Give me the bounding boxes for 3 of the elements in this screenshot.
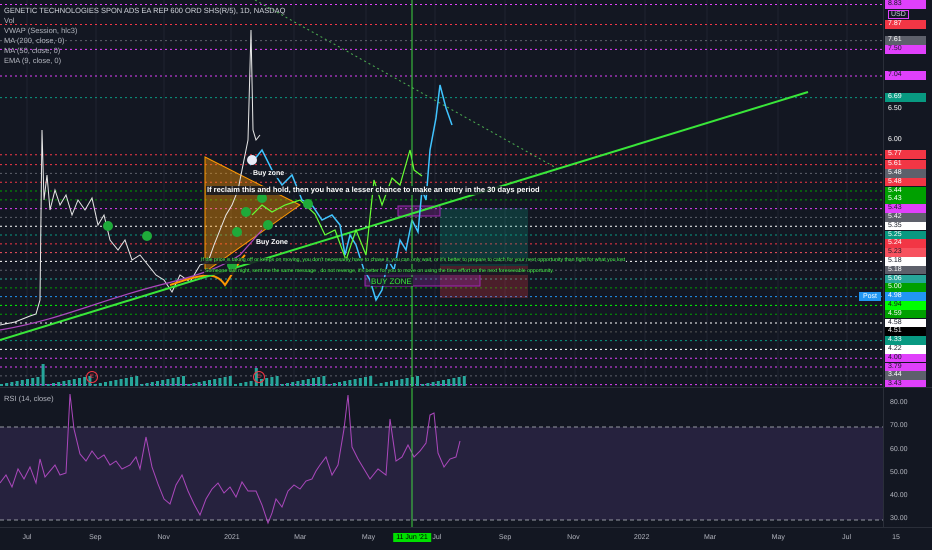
marker-dot [247, 155, 257, 165]
zone-rectangle [398, 206, 440, 216]
zone-label: BUY ZONE [370, 277, 413, 286]
